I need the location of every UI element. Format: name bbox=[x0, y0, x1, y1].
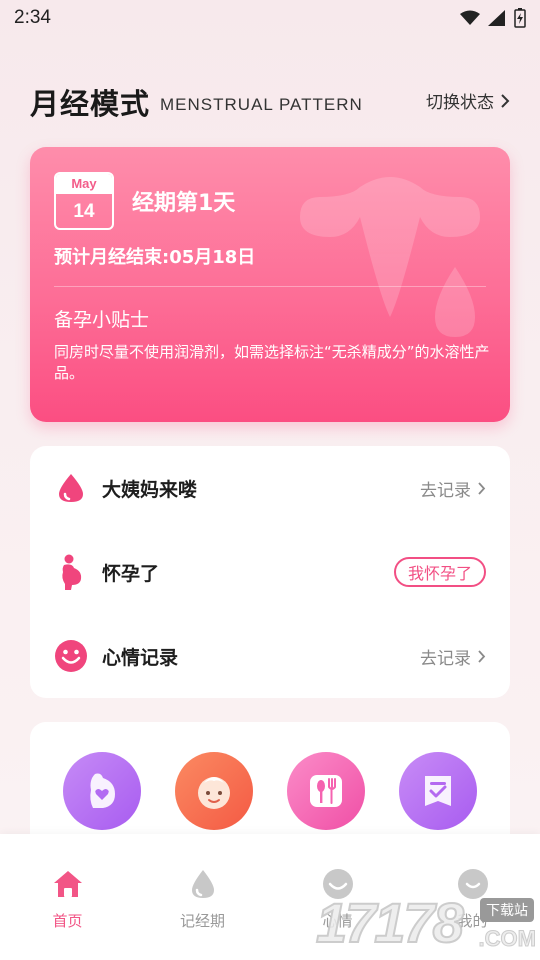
watermark-suffix: .COM bbox=[478, 926, 536, 952]
mood-record-link[interactable]: 去记录 bbox=[420, 644, 486, 669]
page-header: 月经模式 MENSTRUAL PATTERN 切换状态 bbox=[30, 80, 510, 124]
baby-face-icon bbox=[198, 777, 230, 809]
date-month: May bbox=[56, 174, 112, 194]
tab-record-period[interactable]: 记经期 bbox=[135, 834, 270, 944]
date-badge: May 14 bbox=[54, 172, 114, 230]
chevron-right-icon bbox=[478, 481, 486, 495]
checklist-tool-button[interactable] bbox=[399, 752, 477, 830]
period-end-text: 预计月经结束:05月18日 bbox=[54, 247, 256, 268]
switch-status-label: 切换状态 bbox=[426, 93, 494, 113]
uterus-decoration-icon bbox=[300, 177, 480, 337]
tip-text: 同房时尽量不使用润滑剂，如需选择标注“无杀精成分”的水溶性产品。 bbox=[54, 343, 490, 382]
switch-status-link[interactable]: 切换状态 bbox=[426, 88, 510, 113]
period-status-card: May 14 经期第1天 预计月经结束:05月18日 备孕小贴士 同房时尽量不使… bbox=[30, 147, 510, 422]
record-actions-card: 大姨妈来喽 去记录 怀孕了 我怀孕了 心情记录 去记录 bbox=[30, 446, 510, 698]
site-watermark: 17178 下载站 .COM bbox=[315, 890, 540, 960]
food-icon bbox=[310, 775, 342, 807]
diet-tool-button[interactable] bbox=[287, 752, 365, 830]
blood-drop-icon bbox=[54, 471, 88, 505]
smiley-icon bbox=[54, 639, 88, 673]
tip-title: 备孕小贴士 bbox=[54, 309, 150, 331]
period-record-label: 大姨妈来喽 bbox=[102, 478, 198, 501]
page-title: 月经模式 bbox=[30, 87, 151, 121]
i-am-pregnant-button[interactable]: 我怀孕了 bbox=[393, 557, 486, 587]
tab-home-label: 首页 bbox=[52, 912, 83, 930]
chevron-right-icon bbox=[478, 649, 486, 663]
pregnant-label: 怀孕了 bbox=[102, 562, 160, 585]
mood-record-row[interactable]: 心情记录 去记录 bbox=[30, 614, 510, 698]
drop-icon bbox=[187, 868, 219, 900]
battery-icon bbox=[514, 8, 526, 28]
pregnancy-tool-button[interactable] bbox=[63, 752, 141, 830]
page-subtitle: MENSTRUAL PATTERN bbox=[160, 95, 363, 114]
status-time: 2:34 bbox=[14, 7, 51, 28]
period-record-link[interactable]: 去记录 bbox=[420, 476, 486, 501]
baby-tool-button[interactable] bbox=[175, 752, 253, 830]
pregnancy-heart-icon bbox=[90, 773, 115, 808]
chevron-right-icon bbox=[501, 93, 510, 108]
home-icon bbox=[52, 868, 84, 900]
period-record-row[interactable]: 大姨妈来喽 去记录 bbox=[30, 446, 510, 530]
pregnant-woman-icon bbox=[54, 554, 88, 590]
status-icons bbox=[460, 8, 526, 28]
tab-home[interactable]: 首页 bbox=[0, 834, 135, 944]
wifi-icon bbox=[460, 10, 480, 25]
checklist-icon bbox=[425, 776, 451, 806]
watermark-badge: 下载站 bbox=[480, 898, 534, 922]
date-day: 14 bbox=[73, 201, 95, 222]
watermark-text: 17178 bbox=[315, 890, 465, 955]
mood-record-label: 心情记录 bbox=[102, 646, 179, 669]
period-day-text: 经期第1天 bbox=[132, 191, 236, 216]
hero-divider bbox=[54, 286, 486, 287]
pregnant-row[interactable]: 怀孕了 我怀孕了 bbox=[30, 530, 510, 614]
tab-record-period-label: 记经期 bbox=[179, 912, 225, 930]
mood-record-action: 去记录 bbox=[420, 648, 471, 669]
period-record-action: 去记录 bbox=[420, 480, 471, 501]
signal-icon bbox=[488, 10, 505, 26]
tools-card bbox=[30, 722, 510, 842]
status-bar: 2:34 bbox=[0, 0, 540, 36]
